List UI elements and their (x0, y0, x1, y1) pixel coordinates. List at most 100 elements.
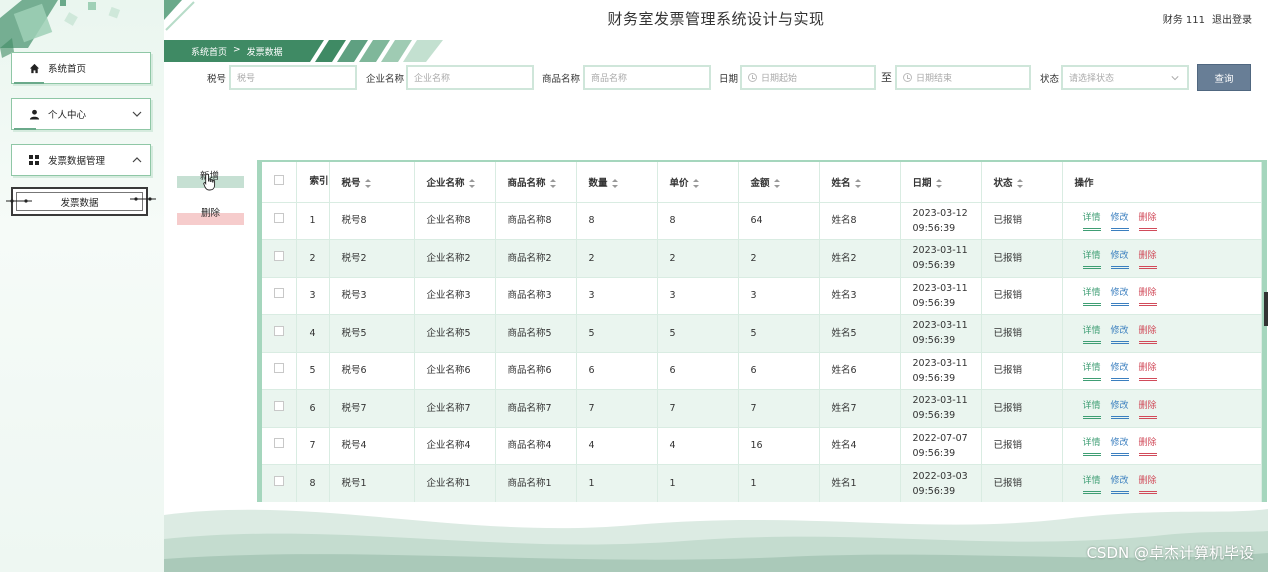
detail-link[interactable]: 详情 (1082, 249, 1101, 269)
breadcrumb-home[interactable]: 系统首页 (191, 45, 227, 58)
sort-icon[interactable] (468, 178, 475, 188)
detail-link[interactable]: 详情 (1082, 361, 1101, 382)
edit-link[interactable]: 修改 (1110, 324, 1129, 344)
cell-date: 2022-07-07 09:56:39 (900, 426, 982, 465)
cell-company: 企业名称8 (414, 201, 496, 240)
sort-icon[interactable] (549, 178, 556, 188)
edit-link[interactable]: 修改 (1110, 211, 1129, 232)
col-amount[interactable]: 金额 (738, 162, 820, 202)
sort-icon[interactable] (692, 178, 699, 188)
cell-product: 商品名称5 (495, 314, 577, 352)
detail-link[interactable]: 详情 (1082, 436, 1101, 457)
col-price-label: 单价 (669, 177, 689, 189)
select-all-checkbox[interactable] (274, 175, 284, 186)
sort-icon[interactable] (935, 178, 942, 188)
sort-icon[interactable] (854, 178, 861, 188)
remove-link[interactable]: 删除 (1138, 286, 1157, 307)
scroll-edge-tab[interactable] (1264, 292, 1268, 326)
col-tax[interactable]: 税号 (329, 162, 415, 202)
detail-link[interactable]: 详情 (1082, 211, 1101, 232)
row-select-cell (262, 276, 297, 315)
cell-qty-text: 8 (588, 215, 595, 227)
remove-link[interactable]: 删除 (1138, 211, 1157, 232)
detail-link[interactable]: 详情 (1082, 324, 1101, 344)
col-product[interactable]: 商品名称 (495, 162, 577, 202)
sidebar-item-profile[interactable]: 个人中心 (11, 98, 151, 130)
sidebar-item-home[interactable]: 系统首页 (11, 52, 151, 84)
cell-tax-text: 税号8 (341, 215, 367, 227)
cell-status: 已报销 (981, 389, 1063, 427)
row-checkbox[interactable] (274, 400, 284, 411)
edit-link[interactable]: 修改 (1110, 249, 1129, 269)
edit-link[interactable]: 修改 (1110, 399, 1129, 419)
table-row: 7 税号4 企业名称4 商品名称4 4 4 16 姓名4 2022-07-07 09:56:39 已… (262, 426, 1262, 465)
date-end-input[interactable]: 日期结束 (895, 65, 1031, 90)
row-checkbox[interactable] (274, 288, 284, 299)
cell-qty: 7 (576, 389, 658, 427)
chevron-up-icon (132, 157, 142, 163)
col-name[interactable]: 姓名 (819, 162, 901, 202)
page-title: 财务室发票管理系统设计与实现 (607, 10, 825, 28)
row-checkbox[interactable] (274, 213, 284, 224)
breadcrumb-text: 系统首页 > 发票数据 (191, 45, 283, 58)
invoice-table: 索引 税号 企业名称 商品名称 数量 单价 金额 姓名 日期 状态 操作 1 税号… (257, 160, 1267, 502)
product-input[interactable]: 商品名称 (583, 65, 711, 90)
col-date[interactable]: 日期 (900, 162, 982, 202)
cell-ops: 详情 修改 删除 (1062, 351, 1262, 390)
cell-index-text: 6 (309, 402, 316, 414)
status-select[interactable]: 请选择状态 (1061, 65, 1189, 90)
remove-link[interactable]: 删除 (1138, 361, 1157, 382)
cell-amount: 6 (738, 351, 820, 390)
cell-qty: 2 (576, 239, 658, 277)
detail-link[interactable]: 详情 (1082, 474, 1101, 494)
cell-product-text: 商品名称4 (507, 440, 552, 452)
remove-link[interactable]: 删除 (1138, 249, 1157, 269)
company-input[interactable]: 企业名称 (406, 65, 534, 90)
sort-icon[interactable] (1016, 178, 1023, 188)
detail-link[interactable]: 详情 (1082, 399, 1101, 419)
row-select-cell (262, 351, 297, 390)
edit-link[interactable]: 修改 (1110, 474, 1129, 494)
delete-button-label[interactable]: 删除 (201, 205, 220, 219)
sort-icon[interactable] (364, 178, 371, 188)
cell-qty: 3 (576, 276, 658, 315)
col-ops-label: 操作 (1074, 177, 1094, 189)
edit-link[interactable]: 修改 (1110, 286, 1129, 307)
sort-icon[interactable] (611, 178, 618, 188)
remove-link[interactable]: 删除 (1138, 399, 1157, 419)
cell-qty: 4 (576, 426, 658, 465)
cell-index-text: 2 (309, 252, 316, 264)
cell-qty-text: 5 (588, 327, 595, 339)
row-checkbox[interactable] (274, 325, 284, 336)
edit-link[interactable]: 修改 (1110, 361, 1129, 382)
date-start-input[interactable]: 日期起始 (740, 65, 876, 90)
cell-ops: 详情 修改 删除 (1062, 426, 1262, 465)
remove-link[interactable]: 删除 (1138, 436, 1157, 457)
cell-name-text: 姓名7 (831, 402, 857, 414)
col-status[interactable]: 状态 (981, 162, 1063, 202)
sidebar-item-invoice-management[interactable]: 发票数据管理 (11, 144, 151, 176)
edit-link[interactable]: 修改 (1110, 436, 1129, 457)
col-qty[interactable]: 数量 (576, 162, 658, 202)
row-checkbox[interactable] (274, 438, 284, 449)
logout-link[interactable]: 退出登录 (1212, 11, 1252, 26)
sort-icon[interactable] (773, 178, 780, 188)
cell-qty-text: 3 (588, 290, 595, 302)
cell-date: 2023-03-11 09:56:39 (900, 351, 982, 390)
row-checkbox[interactable] (274, 363, 284, 374)
row-checkbox[interactable] (274, 476, 284, 486)
col-company[interactable]: 企业名称 (414, 162, 496, 202)
col-price[interactable]: 单价 (657, 162, 739, 202)
query-button[interactable]: 查询 (1197, 64, 1251, 91)
cell-qty-text: 4 (588, 440, 595, 452)
cell-date-day: 2023-03-12 (912, 207, 968, 219)
cell-product-text: 商品名称6 (507, 365, 552, 377)
cell-date-time: 09:56:39 (912, 410, 956, 422)
row-checkbox[interactable] (274, 250, 284, 261)
cell-amount: 5 (738, 314, 820, 352)
remove-link[interactable]: 删除 (1138, 474, 1157, 494)
grid-icon (28, 154, 40, 166)
tax-input[interactable]: 税号 (229, 65, 357, 90)
remove-link[interactable]: 删除 (1138, 324, 1157, 344)
detail-link[interactable]: 详情 (1082, 286, 1101, 307)
